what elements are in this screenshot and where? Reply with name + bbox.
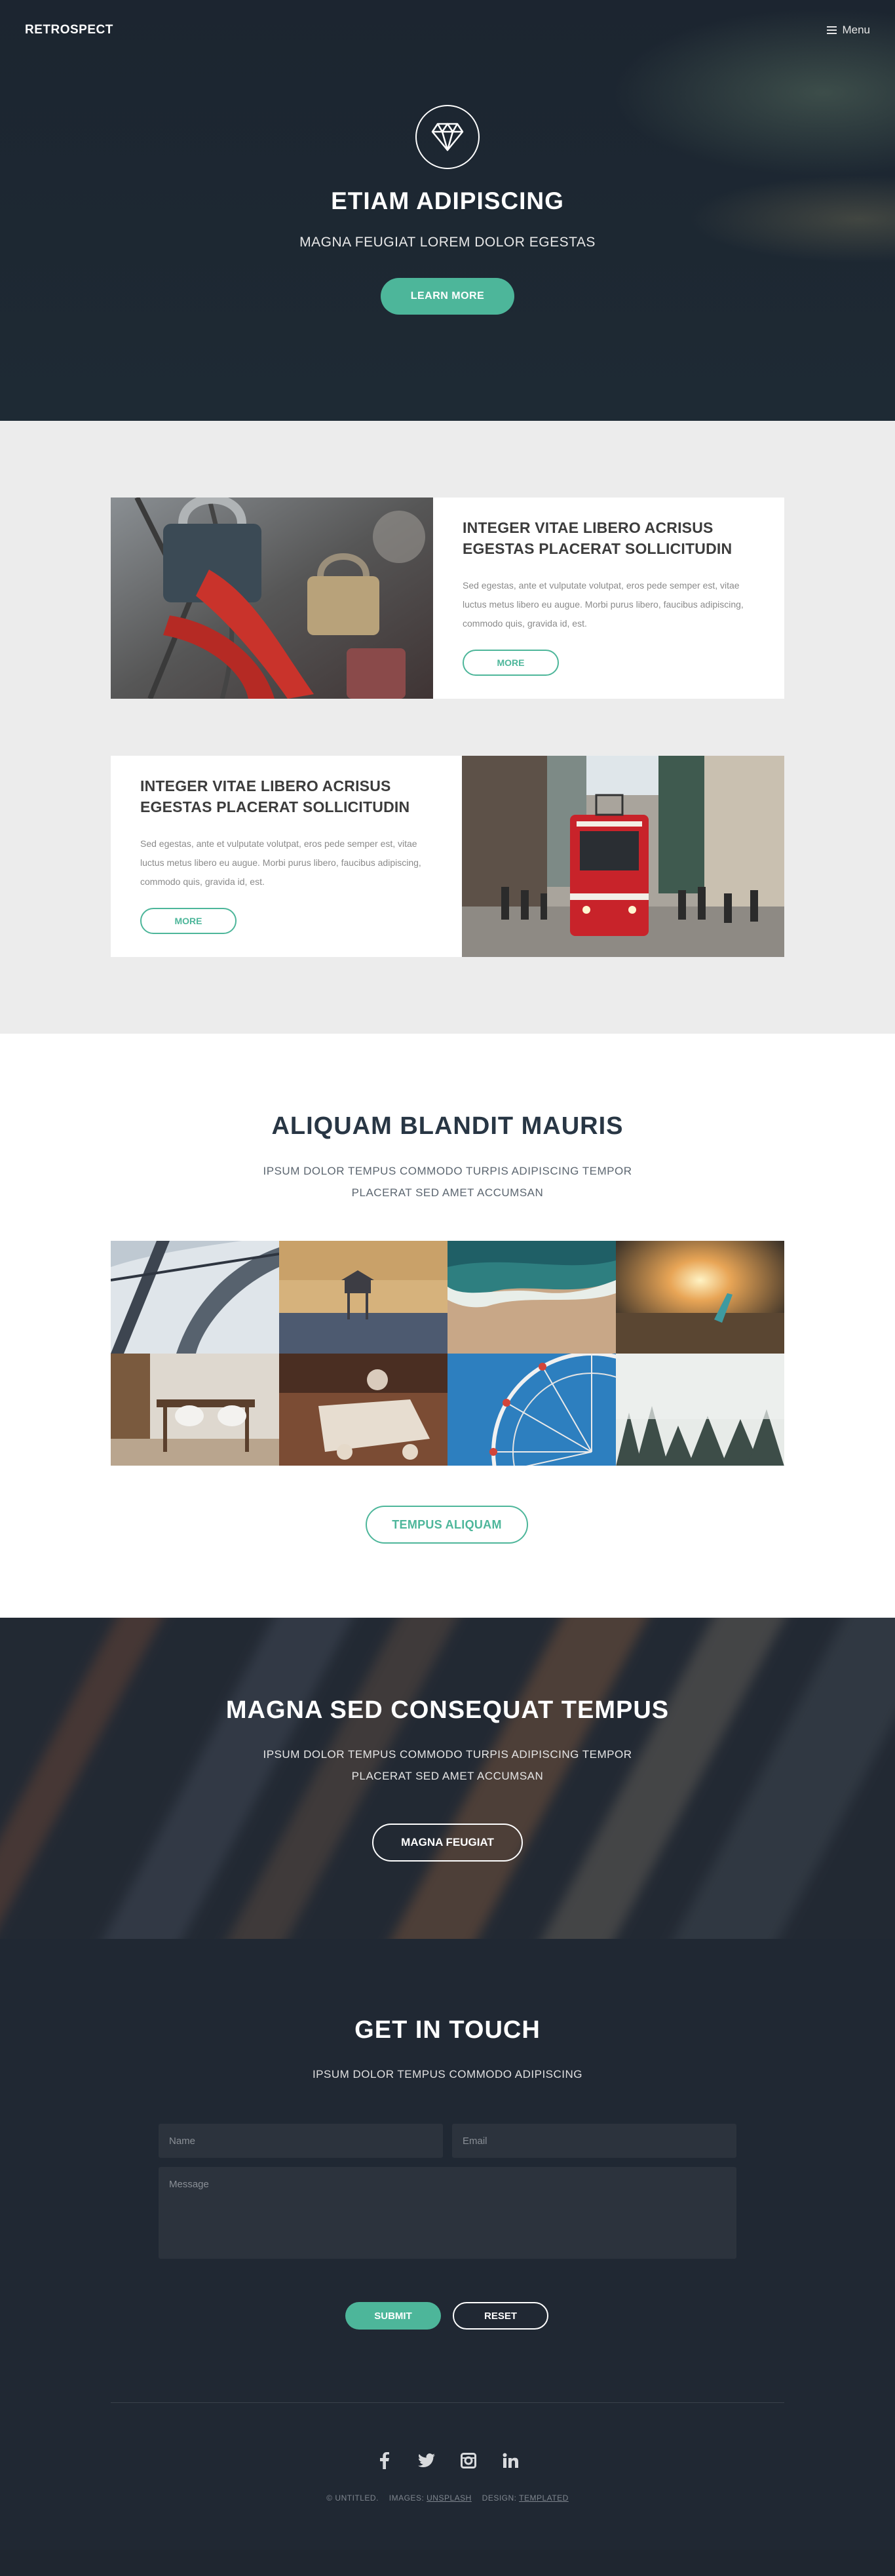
feature-card-body: INTEGER VITAE LIBERO ACRISUS EGESTAS PLA… (433, 498, 784, 699)
gallery-image-sunset-beach[interactable] (616, 1241, 784, 1354)
feature-text: Sed egestas, ante et vulputate volutpat,… (140, 838, 421, 887)
tram-image (462, 756, 784, 957)
contact-subtitle: IPSUM DOLOR TEMPUS COMMODO ADIPISCING (312, 2068, 583, 2080)
gallery-image-sail[interactable] (111, 1241, 279, 1354)
gallery-image-foggy-forest[interactable] (616, 1353, 784, 1466)
name-field[interactable]: Name (159, 2124, 443, 2158)
gallery-title: ALIQUAM BLANDIT MAURIS (271, 1112, 624, 1140)
design-credit: DESIGN: TEMPLATED (482, 2493, 569, 2503)
magna-feugiat-button[interactable]: MAGNA FEUGIAT (372, 1824, 523, 1862)
learn-more-button[interactable]: LEARN MORE (381, 278, 514, 315)
images-label: IMAGES: (389, 2493, 425, 2503)
banner-title: MAGNA SED CONSEQUAT TEMPUS (225, 1696, 670, 1724)
feature-text: Sed egestas, ante et vulputate volutpat,… (463, 580, 744, 629)
hero-title: ETIAM ADIPISCING (331, 187, 564, 214)
email-field[interactable]: Email (452, 2124, 736, 2158)
more-button[interactable]: MORE (140, 908, 237, 934)
instagram-icon[interactable] (459, 2451, 478, 2470)
top-navbar: RETROSPECT Menu (0, 0, 895, 60)
unsplash-link[interactable]: UNSPLASH (427, 2493, 472, 2503)
gallery-subtitle-line1: IPSUM DOLOR TEMPUS COMMODO TURPIS ADIPIS… (263, 1165, 632, 1177)
copyright-text: © UNTITLED. (326, 2493, 379, 2503)
gallery-image-dining[interactable] (111, 1353, 279, 1466)
templated-link[interactable]: TEMPLATED (519, 2493, 569, 2503)
contact-title: GET IN TOUCH (354, 2016, 541, 2044)
twitter-icon[interactable] (417, 2451, 436, 2470)
site-footer: © UNTITLED. IMAGES: UNSPLASH DESIGN: TEM… (0, 2404, 895, 2550)
hero-subtitle: MAGNA FEUGIAT LOREM DOLOR EGESTAS (299, 235, 596, 250)
hero-content: ETIAM ADIPISCING MAGNA FEUGIAT LOREM DOL… (0, 105, 895, 315)
hamburger-icon (827, 24, 837, 36)
gallery-image-ferris-wheel[interactable] (447, 1353, 616, 1466)
contact-section: GET IN TOUCH IPSUM DOLOR TEMPUS COMMODO … (0, 1939, 895, 2404)
gallery-subtitle-line2: PLACERAT SED AMET ACCUMSAN (351, 1186, 544, 1199)
gallery-image-waves[interactable] (447, 1241, 616, 1354)
feature-title: INTEGER VITAE LIBERO ACRISUS EGESTAS PLA… (463, 519, 733, 557)
feature-card: INTEGER VITAE LIBERO ACRISUS EGESTAS PLA… (111, 756, 784, 957)
reset-button[interactable]: RESET (453, 2302, 548, 2330)
menu-button[interactable]: Menu (827, 24, 870, 37)
hero-section: RETROSPECT Menu ETIAM ADIPISCING MAGNA F… (0, 0, 895, 421)
feature-card: INTEGER VITAE LIBERO ACRISUS EGESTAS PLA… (111, 498, 784, 699)
cta-banner: MAGNA SED CONSEQUAT TEMPUS IPSUM DOLOR T… (0, 1618, 895, 1939)
menu-label: Menu (842, 24, 870, 36)
gallery-image-lifeguard[interactable] (279, 1241, 447, 1354)
gallery-section: ALIQUAM BLANDIT MAURIS IPSUM DOLOR TEMPU… (0, 1034, 895, 1618)
feature-title: INTEGER VITAE LIBERO ACRISUS EGESTAS PLA… (140, 777, 410, 815)
banner-subtitle-line2: PLACERAT SED AMET ACCUMSAN (351, 1770, 544, 1782)
social-links (0, 2451, 895, 2470)
more-button[interactable]: MORE (463, 650, 559, 676)
banner-button-wrap: MAGNA FEUGIAT (0, 1824, 895, 1862)
gallery-image-tea[interactable] (279, 1353, 447, 1466)
site-logo[interactable]: RETROSPECT (25, 23, 113, 37)
images-credit: IMAGES: UNSPLASH (389, 2493, 472, 2503)
features-section: INTEGER VITAE LIBERO ACRISUS EGESTAS PLA… (0, 421, 895, 1034)
diamond-icon (415, 105, 480, 169)
message-field[interactable]: Message (159, 2167, 736, 2259)
submit-button[interactable]: SUBMIT (345, 2302, 441, 2330)
image-gallery (111, 1241, 784, 1466)
copyright-line: © UNTITLED. IMAGES: UNSPLASH DESIGN: TEM… (0, 2493, 895, 2503)
linkedin-icon[interactable] (501, 2451, 520, 2470)
banner-subtitle-line1: IPSUM DOLOR TEMPUS COMMODO TURPIS ADIPIS… (263, 1748, 632, 1761)
facebook-icon[interactable] (375, 2451, 394, 2470)
footer-divider (111, 2402, 784, 2403)
tempus-aliquam-button[interactable]: TEMPUS ALIQUAM (366, 1506, 528, 1544)
feature-card-body: INTEGER VITAE LIBERO ACRISUS EGESTAS PLA… (111, 756, 462, 957)
padlocks-image (111, 498, 433, 699)
design-label: DESIGN: (482, 2493, 517, 2503)
